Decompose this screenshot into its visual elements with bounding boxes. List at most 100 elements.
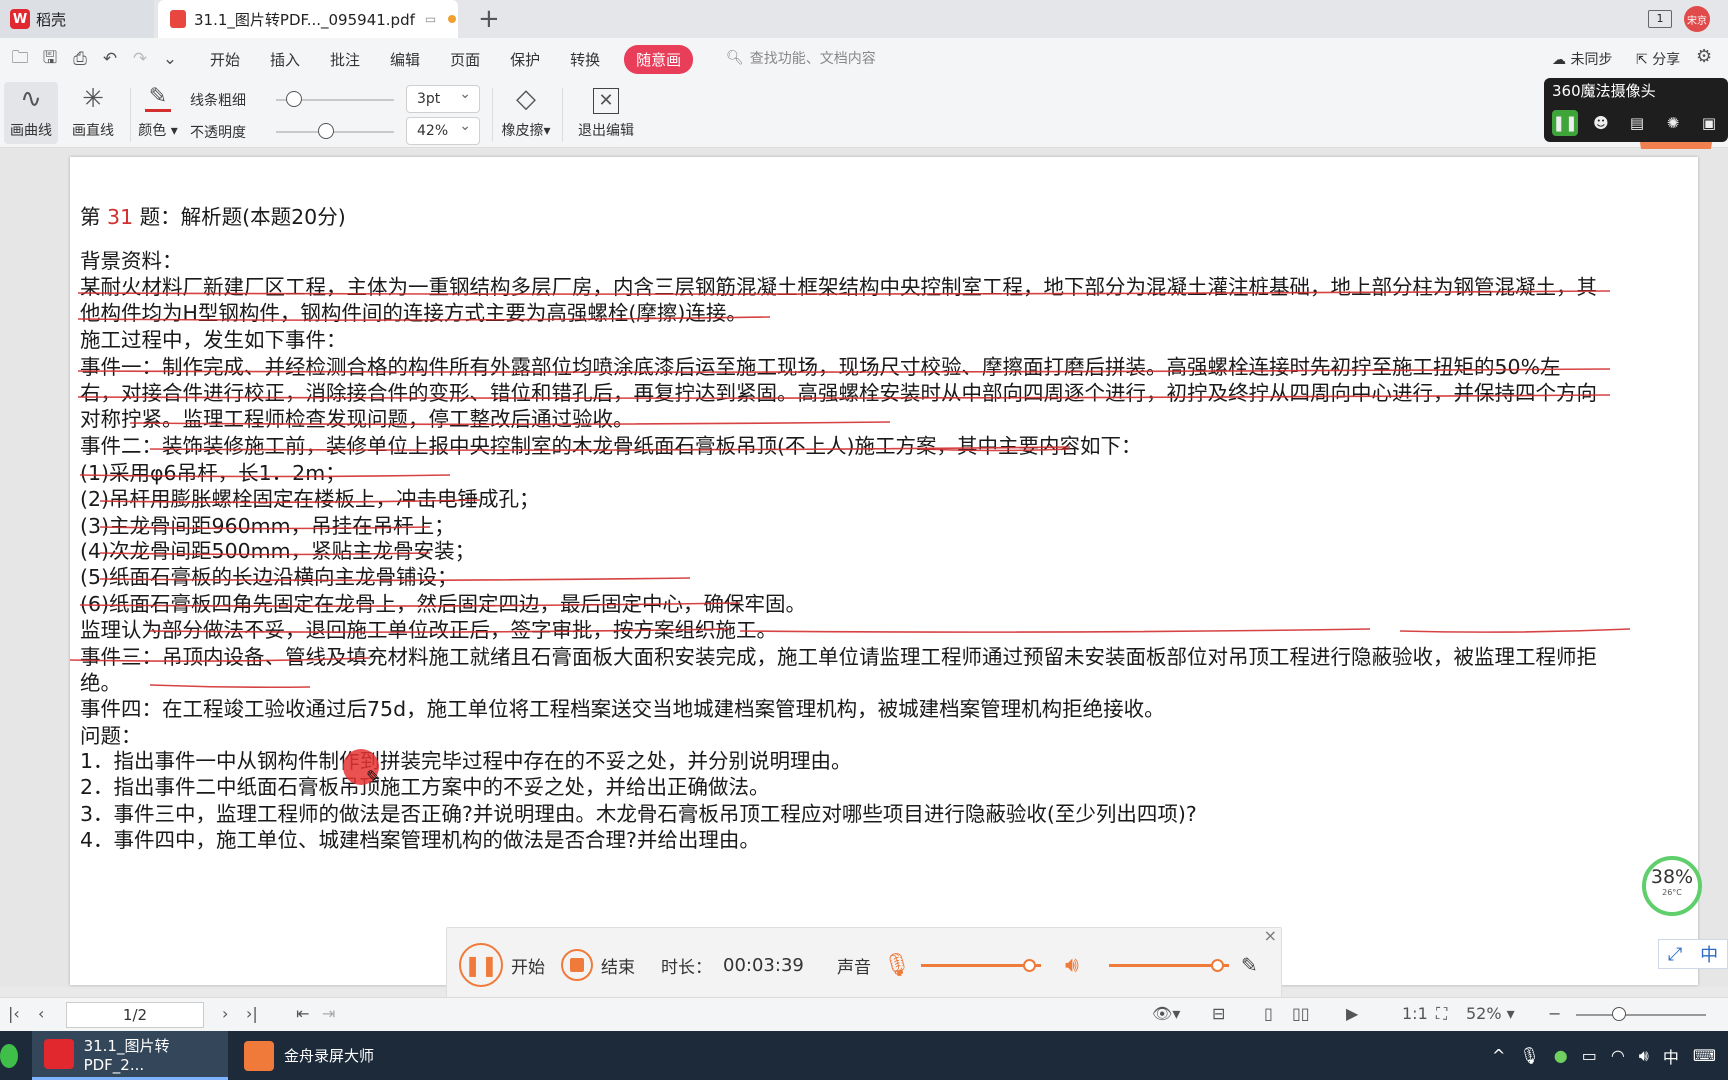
line-width-knob[interactable]: [285, 91, 302, 107]
battery-icon[interactable]: ▭: [1582, 1046, 1597, 1065]
prev-page-icon[interactable]: ‹: [38, 1004, 44, 1023]
chat-icon[interactable]: ▤: [1624, 110, 1650, 136]
open-folder-icon[interactable]: 🗀: [10, 48, 30, 69]
opacity-select[interactable]: 42%: [406, 117, 480, 145]
taskbar-app-wps[interactable]: 31.1_图片转PDF_2...: [32, 1031, 228, 1080]
microphone-icon[interactable]: 🎙︎: [883, 928, 911, 1002]
recorder-start-button[interactable]: ❚❚ 开始: [459, 928, 545, 1002]
chevron-up-icon[interactable]: ^: [1492, 1046, 1505, 1065]
speaker-icon[interactable]: 🔊︎: [1065, 928, 1079, 1002]
ime-language[interactable]: 中: [1700, 941, 1718, 967]
taskbar-app-recorder[interactable]: 金舟录屏大师: [232, 1031, 424, 1080]
document-line: 问题：: [80, 724, 142, 748]
pause-icon[interactable]: ❚❚: [1552, 110, 1578, 136]
redo-icon[interactable]: ↷: [130, 49, 150, 69]
keyboard-icon[interactable]: ⌨: [1693, 1046, 1716, 1065]
recorder-start-label: 开始: [511, 957, 545, 978]
zoom-out-icon[interactable]: −: [1548, 1004, 1561, 1023]
window-count-badge[interactable]: 1: [1648, 10, 1672, 28]
page-number-input[interactable]: 1/2: [66, 1002, 204, 1028]
print-icon[interactable]: ⎙: [70, 49, 90, 69]
tab-document[interactable]: 31.1_图片转PDF..._095941.pdf ▭: [158, 0, 458, 38]
search-box[interactable]: 🔍︎ 查找功能、文档内容: [726, 48, 876, 68]
actual-size-icon[interactable]: 1:1: [1402, 1004, 1428, 1023]
zoom-knob[interactable]: [1612, 1007, 1626, 1021]
save-icon[interactable]: 🖫: [40, 48, 60, 69]
customize-chevron-icon[interactable]: ⌄: [160, 49, 180, 69]
new-tab-button[interactable]: +: [478, 4, 500, 34]
share-icon: ⇱: [1636, 52, 1648, 68]
fit-page-icon[interactable]: ⛶: [1436, 1004, 1447, 1024]
brightness-icon[interactable]: ✺: [1660, 110, 1686, 136]
divider: [492, 88, 493, 142]
last-page-icon[interactable]: ›|: [246, 1004, 258, 1023]
zoom-slider[interactable]: [1576, 1014, 1706, 1016]
document-line: 4．事件四中，施工单位、城建档案管理机构的做法是否合理?并给出理由。: [80, 828, 760, 852]
avatar[interactable]: 宋京: [1684, 6, 1710, 32]
document-line: 绝。: [80, 671, 121, 695]
menu-freehand[interactable]: 随意画: [624, 44, 694, 74]
menu-insert[interactable]: 插入: [270, 49, 300, 70]
color-label: 颜色 ▾: [138, 123, 178, 139]
eraser-button[interactable]: ◇ 橡皮擦▾: [496, 82, 556, 144]
sync-label: 未同步: [1570, 52, 1613, 68]
microphone-icon[interactable]: 🎙︎: [1519, 1046, 1539, 1065]
taskbar-app-recorder-label: 金舟录屏大师: [284, 1047, 375, 1065]
menu-convert[interactable]: 转换: [570, 49, 600, 70]
draw-line-button[interactable]: ✳ 画直线: [66, 82, 120, 144]
single-page-icon[interactable]: ▯: [1264, 1004, 1273, 1023]
temperature-value: 26°C: [1662, 888, 1682, 897]
window-icon[interactable]: ▣: [1696, 110, 1722, 136]
color-button[interactable]: ✎ 颜色 ▾: [136, 82, 180, 144]
forward-icon[interactable]: ⇥: [322, 1004, 335, 1023]
close-icon[interactable]: ×: [1264, 926, 1277, 945]
menu-page[interactable]: 页面: [450, 49, 480, 70]
opacity-knob[interactable]: [317, 123, 334, 139]
document-line: (3)主龙骨间距960mm，吊挂在吊杆上；: [80, 514, 455, 538]
menu-protect[interactable]: 保护: [510, 49, 540, 70]
menu-start[interactable]: 开始: [210, 49, 240, 70]
double-page-icon[interactable]: ▯▯: [1292, 1004, 1310, 1023]
mic-volume-knob[interactable]: [1023, 959, 1036, 972]
menu-edit[interactable]: 编辑: [390, 49, 420, 70]
sync-button[interactable]: ☁ 未同步: [1552, 49, 1612, 69]
draw-curve-button[interactable]: ∿ 画曲线: [4, 82, 58, 144]
first-page-icon[interactable]: |‹: [8, 1004, 20, 1023]
document-line: 1．指出事件一中从钢构件制作到拼装完毕过程中存在的不妥之处，并分别说明理由。: [80, 749, 852, 773]
exit-edit-button[interactable]: ✕ 退出编辑: [570, 82, 642, 144]
share-button[interactable]: ⇱ 分享: [1636, 49, 1680, 69]
pdf-page[interactable]: 第 31 题：解析题(本题20分) 背景资料： 某耐火材料厂新建厂区工程，主体为一…: [70, 157, 1698, 985]
app-tray-icon[interactable]: ●: [1554, 1046, 1568, 1065]
performance-meter[interactable]: 38% 26°C: [1642, 856, 1702, 916]
play-icon[interactable]: ▶: [1346, 1004, 1358, 1023]
tab-home[interactable]: W 稻壳: [0, 0, 154, 38]
document-area: 第 31 题：解析题(本题20分) 背景资料： 某耐火材料厂新建厂区工程，主体为一…: [0, 149, 1728, 987]
undo-icon[interactable]: ↶: [100, 49, 120, 69]
back-icon[interactable]: ⇤: [296, 1004, 309, 1023]
volume-icon[interactable]: 🔊︎: [1639, 1046, 1649, 1066]
scroll-mode-icon[interactable]: ⊟: [1212, 1004, 1225, 1023]
wps-logo-icon: W: [10, 9, 30, 29]
monitor-icon[interactable]: ▭: [425, 12, 436, 26]
ime-toolbar[interactable]: ⤢ 中: [1658, 939, 1728, 969]
line-width-select[interactable]: 3pt: [406, 85, 480, 113]
camera-title: 360魔法摄像头: [1552, 82, 1656, 100]
start-icon[interactable]: [0, 1031, 28, 1080]
wifi-icon[interactable]: ◠: [1611, 1046, 1625, 1065]
document-line: 事件三：吊顶内设备、管线及填充材料施工就绪且石膏面板大面积安装完成，施工单位请监…: [80, 645, 1597, 669]
wps-pdf-icon: [44, 1039, 74, 1069]
ime-switch-icon[interactable]: ⤢: [1668, 944, 1682, 965]
menu-annotate[interactable]: 批注: [330, 49, 360, 70]
gear-icon[interactable]: ⚙: [1696, 46, 1712, 67]
eye-icon[interactable]: 👁︎▾: [1152, 1004, 1180, 1023]
ime-indicator[interactable]: 中: [1663, 1044, 1679, 1068]
recorder-stop-button[interactable]: 结束: [561, 928, 635, 1002]
next-page-icon[interactable]: ›: [222, 1004, 228, 1023]
smiley-icon[interactable]: ☻: [1588, 110, 1614, 136]
opacity-slider[interactable]: [276, 131, 394, 133]
speaker-volume-knob[interactable]: [1211, 959, 1224, 972]
zoom-select[interactable]: 52% ▾: [1466, 1004, 1515, 1023]
sound-label: 声音: [837, 957, 871, 978]
pen-icon[interactable]: ✎: [1241, 928, 1258, 1002]
camera-widget: 360魔法摄像头 ❚❚ ☻ ▤ ✺ ▣: [1544, 78, 1728, 142]
